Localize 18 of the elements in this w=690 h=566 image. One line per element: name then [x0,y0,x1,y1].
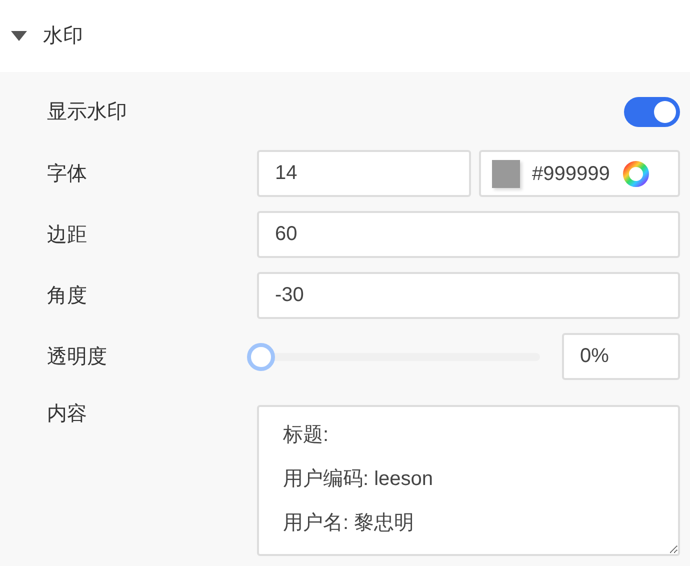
field-label: 边距 [47,222,88,248]
angle-field[interactable]: -30 [257,272,680,319]
slider-thumb[interactable] [247,342,275,370]
field-label: 角度 [47,284,88,308]
section-title: 水印 [43,24,83,49]
color-value: #999999 [532,162,610,186]
field-label: 内容 [47,402,88,427]
font-size-field[interactable]: 14 [257,150,471,197]
field-label: 字体 [47,162,88,186]
color-field[interactable]: #999999 [479,150,680,197]
opacity-field[interactable]: 0% [562,333,680,380]
collapse-caret-icon[interactable] [11,31,27,41]
color-wheel-icon[interactable] [622,160,650,188]
toggle-switch[interactable] [624,97,680,127]
content-textarea[interactable]: 标题: 用户编码: leeson 用户名: 黎忠明 [257,405,680,556]
margin-field[interactable]: 60 [257,211,680,258]
field-label: 透明度 [47,344,108,370]
field-label: 显示水印 [47,100,128,125]
